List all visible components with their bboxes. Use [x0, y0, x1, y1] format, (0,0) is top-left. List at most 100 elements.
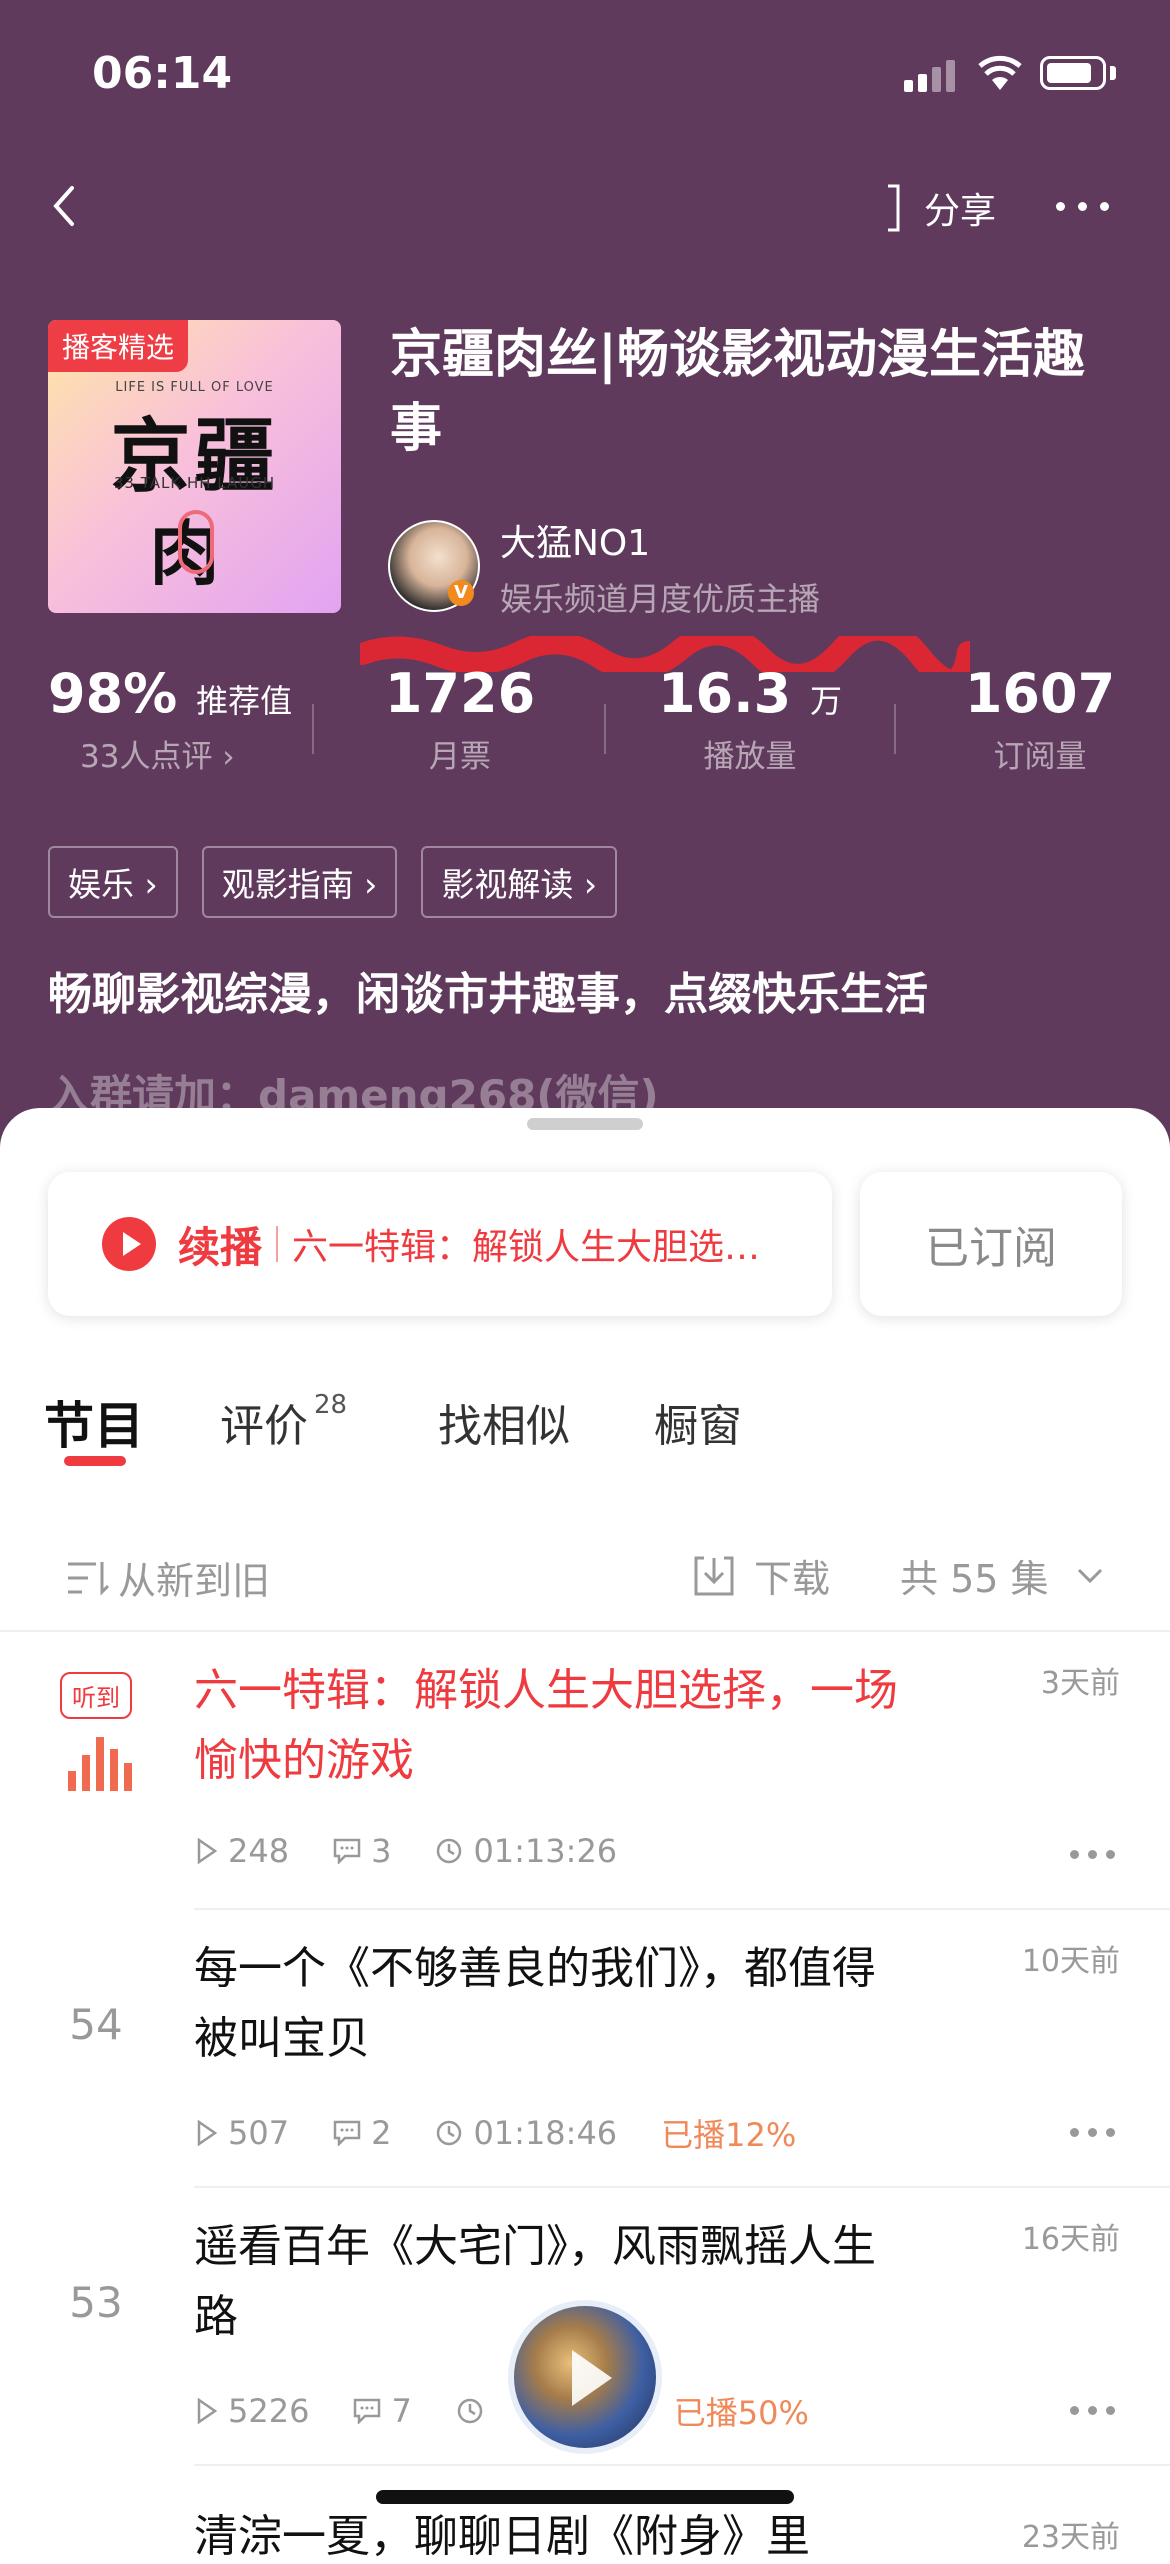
episode-row[interactable]: 54 每一个《不够善良的我们》，都值得被叫宝贝 10天前 507 2 01:18…	[0, 1910, 1170, 2188]
tab-episodes[interactable]: 节目	[44, 1386, 144, 1458]
download-label: 下载	[754, 1557, 831, 1601]
clock-icon	[437, 2120, 462, 2146]
battery-icon	[1040, 56, 1106, 90]
now-playing-indicator: 听到	[56, 1672, 136, 1791]
episode-more-icon[interactable]	[1070, 2406, 1116, 2416]
episode-count-selector[interactable]: 共 55 集	[900, 1548, 1105, 1603]
stat-value: 16.3	[657, 662, 792, 725]
episode-number: 54	[56, 2000, 136, 2049]
episode-filter-bar: 从新到旧 下载 共 55 集	[0, 1528, 1170, 1618]
tab-showcase[interactable]: 橱窗	[654, 1390, 742, 1454]
duration: 01:18:46	[435, 2114, 617, 2152]
divider	[194, 2464, 1170, 2466]
episode-row[interactable]: 听到 六一特辑：解锁人生大胆选择，一场愉快的游戏 3天前 248 3 01:13…	[0, 1632, 1170, 1910]
duration	[456, 2397, 494, 2425]
cover-badge: 播客精选	[48, 320, 189, 372]
podcast-cover[interactable]: 播客精选 LIFE IS FULL OF LOVE 京疆 33 TALK HH …	[48, 320, 341, 613]
play-count-icon	[197, 2398, 218, 2424]
stat-label: 订阅量	[993, 739, 1087, 775]
tab-reviews[interactable]: 评价 28	[220, 1390, 347, 1454]
episode-more-icon[interactable]	[1070, 2128, 1116, 2138]
play-count: 5226	[196, 2392, 309, 2430]
play-count-icon	[197, 2120, 218, 2146]
play-count-icon	[197, 1838, 218, 1864]
episode-number-value: 54	[69, 2000, 123, 2049]
podcast-header: 06:14 分享 播客精选 LIFE IS FULL OF LOVE 京疆 33…	[0, 0, 1170, 1160]
play-count-value: 5226	[228, 2392, 310, 2430]
tab-similar[interactable]: 找相似	[438, 1390, 570, 1454]
episode-meta: 507 2 01:18:46 已播12%	[196, 2110, 840, 2156]
stat-label: 月票	[429, 739, 491, 775]
equalizer-icon	[64, 1737, 132, 1791]
download-button[interactable]: 下载	[690, 1548, 830, 1603]
duration-value: 01:13:26	[473, 1832, 618, 1870]
podcast-slogan: 畅聊影视综漫，闲谈市井趣事，点缀快乐生活	[48, 969, 928, 1020]
share-icon	[888, 184, 900, 232]
tab-label: 节目	[44, 1397, 144, 1455]
stat-label: 播放量	[703, 739, 797, 775]
stat-subscriptions: 1607 订阅量	[940, 662, 1140, 776]
share-label: 分享	[924, 191, 997, 232]
clock-icon	[437, 1838, 462, 1864]
sort-button[interactable]: 从新到旧	[66, 1550, 270, 1605]
stat-suffix: 推荐值	[196, 682, 293, 720]
mini-player-button[interactable]	[508, 2300, 662, 2454]
clock-icon	[457, 2398, 483, 2424]
comment-count-value: 3	[371, 1832, 392, 1870]
podcast-title: 京疆肉丝|畅谈影视动漫生活趣事	[390, 325, 1085, 459]
episode-title: 每一个《不够善良的我们》，都值得被叫宝贝	[194, 1943, 876, 2064]
chevron-down-icon	[1077, 1568, 1102, 1583]
stat-suffix: 万	[810, 682, 843, 720]
host-description: 娱乐频道月度优质主播	[500, 580, 821, 618]
sort-icon	[68, 1561, 110, 1596]
download-icon	[694, 1556, 734, 1595]
share-button[interactable]: 分享	[880, 180, 996, 236]
status-bar: 06:14	[0, 0, 1170, 150]
active-tab-indicator	[64, 1456, 126, 1466]
more-options-icon[interactable]	[1056, 198, 1112, 214]
tag-entertainment[interactable]: 娱乐 ›	[48, 846, 178, 918]
signal-icon	[904, 60, 960, 92]
comment-count: 3	[333, 1832, 391, 1870]
stat-value: 1607	[964, 662, 1116, 725]
tab-count: 28	[314, 1390, 348, 1420]
sort-label: 从新到旧	[118, 1559, 271, 1603]
stat-recommend[interactable]: 98% 推荐值 33人点评 ›	[48, 662, 292, 776]
comment-icon	[333, 1838, 361, 1864]
tab-label: 找相似	[438, 1401, 570, 1452]
comment-count-value: 7	[391, 2392, 412, 2430]
episode-number-value: 53	[69, 2278, 123, 2327]
episode-number: 53	[56, 2278, 136, 2327]
host-name[interactable]: 大猛NO1	[500, 514, 650, 566]
episode-meta: 248 3 01:13:26	[196, 1832, 661, 1870]
stat-value: 1726	[384, 662, 536, 725]
status-time: 06:14	[92, 48, 233, 99]
stat-label: 33人点评 ›	[80, 739, 235, 775]
played-progress: 已播12%	[661, 2116, 797, 2154]
back-arrow-icon[interactable]	[46, 176, 86, 236]
comment-count-value: 2	[371, 2114, 392, 2152]
duration-value: 01:18:46	[473, 2114, 618, 2152]
resume-play-button[interactable]: 续播 六一特辑：解锁人生大胆选择，一场愉快的游戏	[48, 1172, 832, 1316]
verified-badge-icon: V	[448, 580, 474, 606]
tag-film-analysis[interactable]: 影视解读 ›	[421, 846, 618, 918]
play-count-value: 507	[228, 2114, 290, 2152]
stat-monthly-tickets: 1726 月票	[360, 662, 560, 776]
drag-handle[interactable]	[527, 1118, 643, 1130]
episode-title-peek: 清淙一夏，聊聊日剧《附身》里	[194, 2511, 810, 2562]
comment-icon	[354, 2398, 381, 2424]
tag-viewing-guide[interactable]: 观影指南 ›	[201, 846, 398, 918]
stat-plays: 16.3 万 播放量	[650, 662, 850, 776]
play-count: 248	[196, 1832, 289, 1870]
subscribed-button[interactable]: 已订阅	[860, 1172, 1122, 1316]
play-count-value: 248	[228, 1832, 290, 1870]
cover-subtitle: 33 TALK HH LAUGH	[113, 474, 276, 492]
play-count: 507	[196, 2114, 289, 2152]
play-icon	[572, 2350, 612, 2406]
episode-more-icon[interactable]	[1070, 1850, 1116, 1860]
comment-count: 2	[333, 2114, 391, 2152]
stats-row: 98% 推荐值 33人点评 › 1726 月票 16.3 万 播放量 1607 …	[0, 662, 1170, 802]
resume-label: 续播	[178, 1222, 263, 1272]
home-indicator	[376, 2490, 794, 2504]
tab-label: 评价	[220, 1401, 308, 1452]
